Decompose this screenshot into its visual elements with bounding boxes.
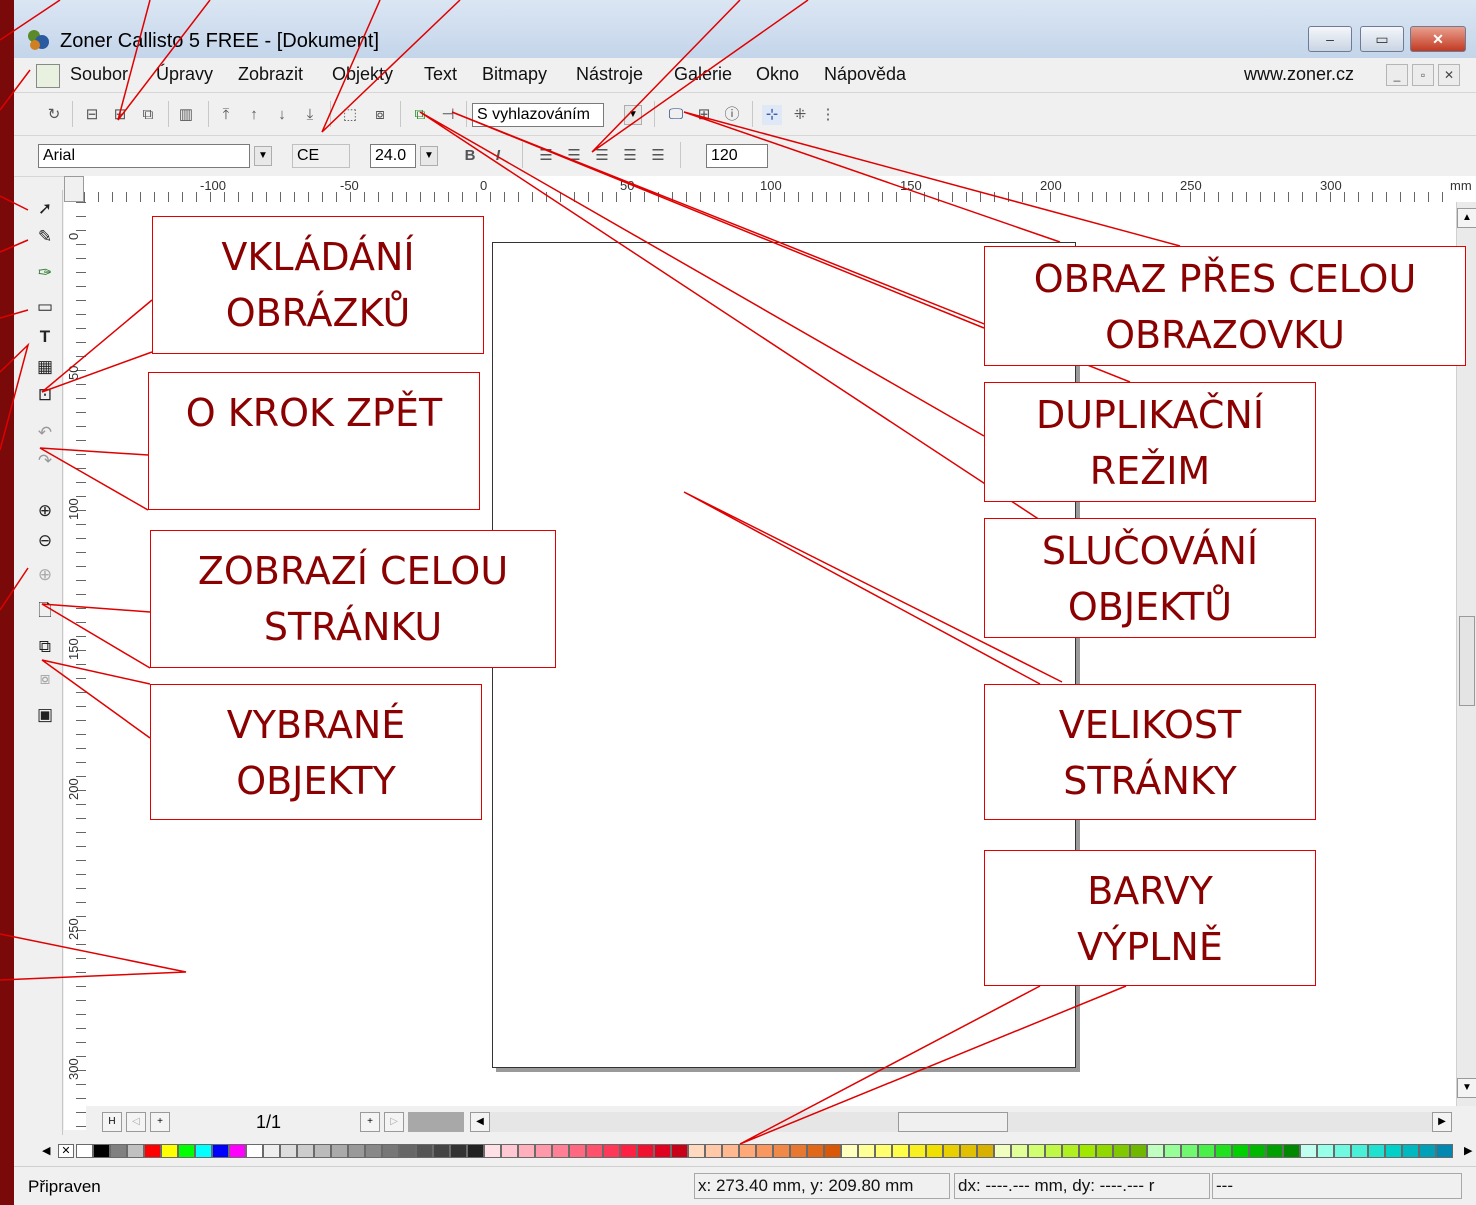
pointer-line bbox=[41, 659, 151, 739]
pointer-line bbox=[0, 0, 61, 41]
callout-line: OBJEKTY bbox=[236, 759, 396, 803]
callout-undo: O KROK ZPĚT bbox=[148, 372, 480, 510]
callout-line: O KROK ZPĚT bbox=[185, 391, 443, 435]
pointer-line bbox=[0, 567, 29, 611]
callout-merge-objects: SLUČOVÁNÍ OBJEKTŮ bbox=[984, 518, 1316, 638]
callout-duplicate-mode: DUPLIKAČNÍ REŽIM bbox=[984, 382, 1316, 502]
pointer-line bbox=[683, 111, 1181, 247]
callout-line: OBRAZOVKU bbox=[1105, 313, 1345, 357]
callout-fullscreen: OBRAZ PŘES CELOU OBRAZOVKU bbox=[984, 246, 1466, 366]
callout-line: STRÁNKY bbox=[1063, 759, 1237, 803]
callout-line: OBRAZ PŘES CELOU bbox=[1033, 257, 1417, 301]
pointer-line bbox=[739, 985, 1127, 1145]
callout-line: VELIKOST bbox=[1058, 703, 1242, 747]
callout-line: BARVY bbox=[1087, 869, 1213, 913]
pointer-line bbox=[0, 933, 187, 981]
callout-insert-images: VKLÁDÁNÍ OBRÁZKŮ bbox=[152, 216, 484, 354]
callout-line: OBJEKTŮ bbox=[1067, 585, 1233, 629]
pointer-line bbox=[0, 342, 30, 451]
callout-page-size: VELIKOST STRÁNKY bbox=[984, 684, 1316, 820]
callout-line: ZOBRAZÍ CELOU bbox=[197, 549, 509, 593]
callout-line: VÝPLNĚ bbox=[1077, 925, 1223, 969]
pointer-line bbox=[591, 0, 809, 153]
pointer-line bbox=[321, 0, 461, 133]
callout-line: DUPLIKAČNÍ bbox=[1035, 393, 1265, 437]
pointer-line bbox=[39, 447, 149, 511]
pointer-line bbox=[117, 0, 211, 121]
callout-selected-objects: VYBRANÉ OBJEKTY bbox=[150, 684, 482, 820]
callout-line: SLUČOVÁNÍ bbox=[1041, 529, 1259, 573]
callout-fill-colors: BARVY VÝPLNĚ bbox=[984, 850, 1316, 986]
pointer-line bbox=[0, 195, 29, 211]
callout-show-whole-page: ZOBRAZÍ CELOU STRÁNKU bbox=[150, 530, 556, 668]
pointer-line bbox=[0, 239, 29, 253]
pointer-line bbox=[419, 111, 1041, 521]
pointer-line bbox=[0, 309, 29, 319]
callout-line: VYBRANÉ bbox=[226, 703, 406, 747]
callout-line: VKLÁDÁNÍ bbox=[221, 235, 415, 279]
pointer-line bbox=[0, 69, 31, 111]
callout-line: REŽIM bbox=[1089, 449, 1211, 493]
pointer-line bbox=[41, 603, 151, 669]
callout-line: STRÁNKU bbox=[263, 605, 443, 649]
pointer-line bbox=[41, 299, 153, 393]
callout-line: OBRÁZKŮ bbox=[225, 291, 411, 335]
